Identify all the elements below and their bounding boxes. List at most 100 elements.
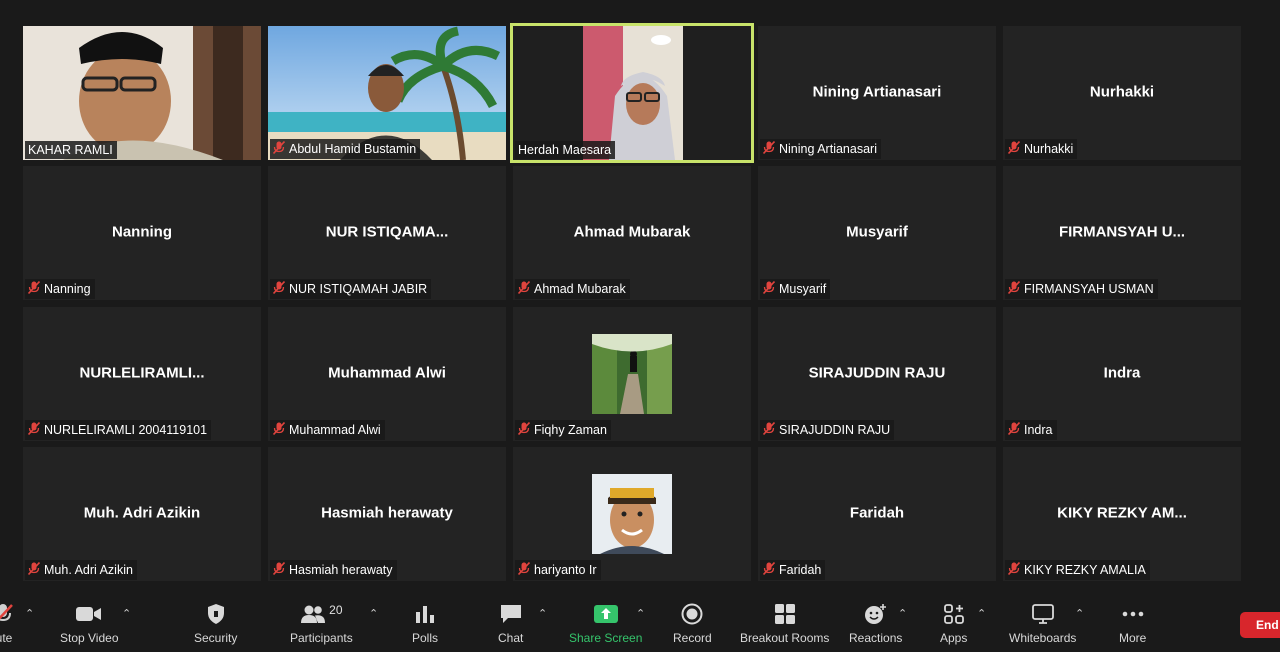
participant-name-label: Herdah Maesara [515,141,616,159]
participant-display-name: Ahmad Mubarak [573,223,691,241]
participant-display-name: Muh. Adri Azikin [83,504,201,522]
participant-name-label: Fiqhy Zaman [515,420,611,440]
mic-muted-icon [273,281,289,297]
record-button[interactable]: Record [673,602,712,645]
share-screen-icon [593,602,619,626]
mic-muted-icon [1008,562,1024,578]
participant-display-name: Faridah [849,504,905,522]
apps-icon [943,602,965,626]
participant-display-name: Nurhakki [1089,83,1155,101]
participant-name-label: NURLELIRAMLI 2004119101 [25,420,212,440]
participants-button[interactable]: 20 Participants [290,602,353,645]
mic-muted-icon [518,281,534,297]
whiteboards-button[interactable]: Whiteboards [1009,602,1076,645]
participants-count: 20 [329,603,343,617]
mic-muted-icon [763,562,779,578]
security-button[interactable]: Security [194,602,237,645]
apps-options-caret-icon[interactable]: ⌃ [977,607,986,620]
participant-tile[interactable]: NUR ISTIQAMA... NUR ISTIQAMAH JABIR [268,166,506,300]
mic-muted-icon [518,562,534,578]
participant-name: NUR ISTIQAMAH JABIR [289,282,428,296]
share-screen-button[interactable]: Share Screen [569,602,642,645]
record-icon [681,602,703,626]
participant-display-name: Nanning [112,223,172,241]
participant-name-label: Hasmiah herawaty [270,560,397,580]
participant-name-label: SIRAJUDDIN RAJU [760,420,895,440]
whiteboards-options-caret-icon[interactable]: ⌃ [1075,607,1084,620]
mute-options-caret-icon[interactable]: ⌃ [25,607,34,620]
chat-button[interactable]: Chat [498,602,523,645]
mic-muted-icon [1008,422,1024,438]
participant-tile[interactable]: Hasmiah herawaty Hasmiah herawaty [268,447,506,581]
apps-button[interactable]: Apps [940,602,967,645]
participant-tile[interactable]: Musyarif Musyarif [758,166,996,300]
participant-tile[interactable]: KIKY REZKY AM... KIKY REZKY AMALIA [1003,447,1241,581]
participant-name-label: FIRMANSYAH USMAN [1005,279,1158,299]
participant-tile[interactable]: Nurhakki Nurhakki [1003,26,1241,160]
participant-name: Muhammad Alwi [289,423,381,437]
shield-icon [206,602,226,626]
participants-options-caret-icon[interactable]: ⌃ [369,607,378,620]
participant-tile[interactable]: NURLELIRAMLI... NURLELIRAMLI 2004119101 [23,307,261,441]
reactions-options-caret-icon[interactable]: ⌃ [898,607,907,620]
participant-display-name: Hasmiah herawaty [321,504,453,522]
participant-name: hariyanto Ir [534,563,597,577]
mic-muted-icon [763,141,779,157]
participant-name: Fiqhy Zaman [534,423,607,437]
participant-tile[interactable]: Faridah Faridah [758,447,996,581]
participant-name-label: Nanning [25,279,95,299]
participant-tile[interactable]: Indra Indra [1003,307,1241,441]
participant-name: NURLELIRAMLI 2004119101 [44,423,208,437]
participant-name: Nanning [44,282,91,296]
participant-name: KIKY REZKY AMALIA [1024,563,1146,577]
participant-name-label: Faridah [760,560,826,580]
chat-options-caret-icon[interactable]: ⌃ [538,607,547,620]
participant-name-label: KAHAR RAMLI [25,141,117,159]
participant-name: Nining Artianasari [779,142,877,156]
participant-name: Abdul Hamid Bustamin [289,142,417,156]
gallery-grid: KAHAR RAMLI Abdul Hamid Bustamin Herdah Ma… [0,0,1280,590]
participant-tile[interactable]: SIRAJUDDIN RAJU SIRAJUDDIN RAJU [758,307,996,441]
participant-tile[interactable]: Fiqhy Zaman [513,307,751,441]
participant-tile[interactable]: Nanning Nanning [23,166,261,300]
participant-name-label: Abdul Hamid Bustamin [270,139,421,159]
polls-icon [414,602,436,626]
participant-tile[interactable]: hariyanto Ir [513,447,751,581]
end-meeting-button[interactable]: End [1240,612,1280,638]
mic-muted-icon [518,422,534,438]
participant-name-label: Muhammad Alwi [270,420,385,440]
participant-name-label: hariyanto Ir [515,560,601,580]
participant-tile[interactable]: Muh. Adri Azikin Muh. Adri Azikin [23,447,261,581]
smiley-icon [864,602,888,626]
meeting-toolbar: ute ⌃ Stop Video ⌃ Security 20 Participa… [0,590,1280,652]
participant-tile[interactable]: Muhammad Alwi Muhammad Alwi [268,307,506,441]
participant-name-label: Nining Artianasari [760,139,881,159]
chat-icon [499,602,523,626]
participant-tile[interactable]: Ahmad Mubarak Ahmad Mubarak [513,166,751,300]
participant-tile[interactable]: KAHAR RAMLI [23,26,261,160]
participant-name-label: NUR ISTIQAMAH JABIR [270,279,432,299]
participant-display-name: Musyarif [846,223,908,241]
participant-display-name: Nining Artianasari [812,83,942,101]
mic-muted-icon [0,602,14,626]
video-options-caret-icon[interactable]: ⌃ [122,607,131,620]
whiteboard-icon [1031,602,1055,626]
participant-tile[interactable]: Nining Artianasari Nining Artianasari [758,26,996,160]
more-button[interactable]: More [1119,602,1146,645]
mute-button[interactable]: ute [0,602,14,645]
participant-tile[interactable]: Abdul Hamid Bustamin [268,26,506,160]
mic-muted-icon [763,281,779,297]
participant-name-label: Indra [1005,420,1057,440]
participant-name: Musyarif [779,282,827,296]
polls-button[interactable]: Polls [412,602,438,645]
share-options-caret-icon[interactable]: ⌃ [636,607,645,620]
participant-video [23,26,261,160]
mic-muted-icon [763,422,779,438]
stop-video-button[interactable]: Stop Video [60,602,119,645]
participant-tile[interactable]: Herdah Maesara [510,23,754,163]
reactions-button[interactable]: Reactions [849,602,902,645]
breakout-rooms-button[interactable]: Breakout Rooms [740,602,829,645]
participant-name-label: KIKY REZKY AMALIA [1005,560,1150,580]
participant-tile[interactable]: FIRMANSYAH U... FIRMANSYAH USMAN [1003,166,1241,300]
participant-display-name: NUR ISTIQAMA... [325,223,449,241]
